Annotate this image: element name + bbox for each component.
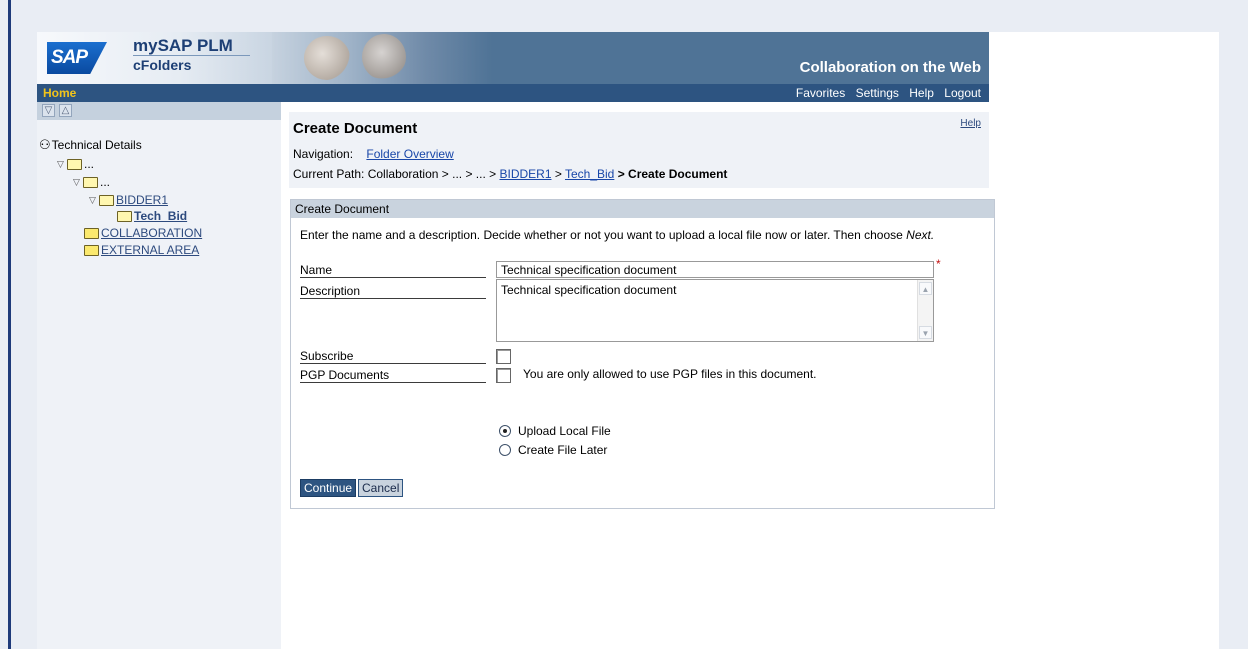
folder-icon bbox=[99, 194, 114, 206]
expand-all-icon[interactable]: ▽ bbox=[42, 104, 55, 117]
navigation-row: Navigation: Folder Overview bbox=[293, 147, 454, 161]
navigation-label: Navigation: bbox=[293, 147, 354, 161]
photo-person-icon bbox=[304, 36, 350, 80]
window-border-line bbox=[8, 0, 11, 649]
folder-icon bbox=[84, 227, 99, 239]
expand-icon[interactable]: ▽ bbox=[57, 159, 67, 170]
radio-upload-label: Upload Local File bbox=[518, 424, 611, 438]
breadcrumb-bidder1[interactable]: BIDDER1 bbox=[499, 167, 551, 181]
path-prefix: Collaboration > ... > ... > bbox=[367, 167, 497, 181]
tree-link-external-area[interactable]: EXTERNAL AREA bbox=[101, 243, 199, 257]
tree-node-bidder1[interactable]: ▽ BIDDER1 bbox=[89, 193, 168, 207]
tree-node-label: ... bbox=[100, 175, 111, 189]
breadcrumb-current: > Create Document bbox=[617, 167, 728, 181]
scroll-up-icon[interactable]: ▲ bbox=[919, 282, 932, 295]
name-input[interactable] bbox=[496, 261, 934, 278]
tree-node-level1[interactable]: ▽ ... bbox=[57, 157, 94, 171]
top-navbar: Home Favorites Settings Help Logout bbox=[37, 84, 989, 102]
binoculars-icon: ⚇ bbox=[39, 137, 51, 152]
folder-icon bbox=[83, 176, 98, 188]
sap-logo: SAP bbox=[47, 42, 107, 74]
description-value: Technical specification document bbox=[501, 283, 677, 297]
logout-link[interactable]: Logout bbox=[944, 86, 981, 100]
favorites-link[interactable]: Favorites bbox=[796, 86, 845, 100]
name-label: Name bbox=[300, 263, 486, 278]
tree-node-collaboration[interactable]: COLLABORATION bbox=[84, 226, 202, 240]
description-label: Description bbox=[300, 284, 486, 299]
top-links: Favorites Settings Help Logout bbox=[789, 86, 981, 100]
home-link[interactable]: Home bbox=[43, 86, 76, 100]
settings-link[interactable]: Settings bbox=[856, 86, 899, 100]
help-link[interactable]: Help bbox=[960, 118, 981, 129]
pgp-documents-checkbox[interactable] bbox=[496, 368, 511, 383]
intro-text-next: Next. bbox=[906, 228, 935, 242]
tree-root-label: Technical Details bbox=[51, 138, 142, 152]
product-title: mySAP PLM bbox=[133, 36, 233, 55]
pgp-note: You are only allowed to use PGP files in… bbox=[523, 367, 817, 381]
tree-node-external-area[interactable]: EXTERNAL AREA bbox=[84, 243, 199, 257]
create-document-panel: Create Document Enter the name and a des… bbox=[290, 199, 995, 509]
folder-icon bbox=[67, 158, 82, 170]
description-textarea[interactable]: Technical specification document ▲ ▼ bbox=[496, 279, 934, 342]
help-link-top[interactable]: Help bbox=[909, 86, 934, 100]
folder-icon bbox=[117, 210, 132, 222]
radio-create-file-later[interactable]: Create File Later bbox=[499, 443, 607, 457]
photo-person-icon bbox=[362, 34, 406, 80]
page-header: Create Document Help Navigation: Folder … bbox=[289, 112, 989, 188]
panel-title: Create Document bbox=[291, 200, 994, 218]
subscribe-label: Subscribe bbox=[300, 349, 486, 364]
cancel-button[interactable]: Cancel bbox=[358, 479, 404, 497]
breadcrumb: Current Path: Collaboration > ... > ... … bbox=[293, 167, 727, 181]
cfolders-page: SAP mySAP PLM cFolders Collaboration on … bbox=[37, 32, 1219, 649]
tree-node-label: ... bbox=[84, 157, 95, 171]
intro-text-body: Enter the name and a description. Decide… bbox=[300, 228, 903, 242]
tree-link-bidder1[interactable]: BIDDER1 bbox=[116, 193, 168, 207]
tree-link-collaboration[interactable]: COLLABORATION bbox=[101, 226, 202, 240]
intro-text: Enter the name and a description. Decide… bbox=[300, 228, 934, 242]
expand-icon[interactable]: ▽ bbox=[73, 177, 83, 188]
logo-area: SAP mySAP PLM cFolders bbox=[37, 32, 272, 84]
breadcrumb-tech-bid[interactable]: Tech_Bid bbox=[565, 167, 614, 181]
path-separator: > bbox=[554, 167, 562, 181]
page-title: Create Document bbox=[293, 120, 418, 137]
header-banner: SAP mySAP PLM cFolders Collaboration on … bbox=[37, 32, 989, 84]
folder-icon bbox=[84, 244, 99, 256]
required-marker: * bbox=[936, 257, 941, 271]
folder-overview-link[interactable]: Folder Overview bbox=[366, 147, 453, 161]
content-area: Create Document Help Navigation: Folder … bbox=[281, 102, 995, 649]
tagline: Collaboration on the Web bbox=[799, 59, 981, 76]
tree-link-tech-bid[interactable]: Tech_Bid bbox=[134, 209, 187, 223]
radio-later-label: Create File Later bbox=[518, 443, 608, 457]
tree-root[interactable]: ⚇Technical Details bbox=[39, 137, 142, 153]
collapse-all-icon[interactable]: △ bbox=[59, 104, 72, 117]
tree-node-level2[interactable]: ▽ ... bbox=[73, 175, 110, 189]
tree-pane: ▽ △ ⚇Technical Details ▽ ... ▽ ... ▽ BID… bbox=[37, 102, 281, 649]
textarea-scrollbar[interactable]: ▲ ▼ bbox=[917, 280, 933, 341]
radio-unselected-icon[interactable] bbox=[499, 444, 511, 456]
tree-node-tech-bid[interactable]: Tech_Bid bbox=[117, 209, 187, 223]
subscribe-checkbox[interactable] bbox=[496, 349, 511, 364]
product-subtitle: cFolders bbox=[133, 55, 250, 73]
tree-toolbar: ▽ △ bbox=[37, 102, 281, 120]
pgp-documents-label: PGP Documents bbox=[300, 368, 486, 383]
radio-upload-local-file[interactable]: Upload Local File bbox=[499, 424, 611, 438]
radio-selected-icon[interactable] bbox=[499, 425, 511, 437]
scroll-down-icon[interactable]: ▼ bbox=[919, 326, 932, 339]
path-label: Current Path: bbox=[293, 167, 365, 181]
header-photo bbox=[272, 32, 492, 84]
continue-button[interactable]: Continue bbox=[300, 479, 357, 497]
expand-icon[interactable]: ▽ bbox=[89, 195, 99, 206]
